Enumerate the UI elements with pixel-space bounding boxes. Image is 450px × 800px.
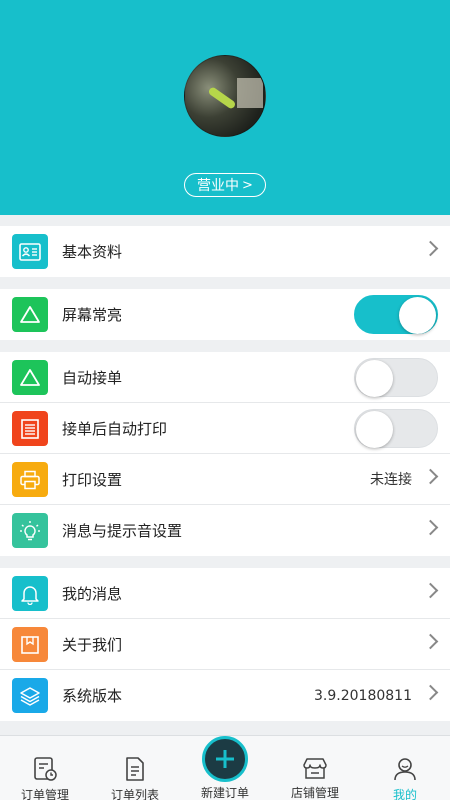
printer-icon xyxy=(12,462,48,497)
info-book-icon xyxy=(12,627,48,662)
print-settings-label: 打印设置 xyxy=(62,470,123,489)
tab-store-manage[interactable]: 店铺管理 xyxy=(270,736,360,800)
tab-order-list[interactable]: 订单列表 xyxy=(90,736,180,800)
auto-accept-toggle[interactable] xyxy=(354,358,438,397)
lightbulb-icon xyxy=(12,513,48,548)
id-card-icon xyxy=(12,234,48,269)
notify-settings-row[interactable]: 消息与提示音设置 xyxy=(0,505,450,556)
screen-on-label: 屏幕常亮 xyxy=(62,306,123,324)
bell-icon xyxy=(12,576,48,611)
auto-accept-icon xyxy=(12,360,48,395)
auto-accept-row: 自动接单 xyxy=(0,352,450,403)
notify-settings-label: 消息与提示音设置 xyxy=(62,522,183,540)
add-icon xyxy=(216,750,234,768)
version-label: 系统版本 xyxy=(62,687,123,705)
settings-group-info: 我的消息 关于我们 系统版本 3.9.20180811 xyxy=(0,568,450,721)
toggle-knob xyxy=(356,411,393,448)
profile-header: 营业中 > xyxy=(0,0,450,215)
printer-status: 未连接 xyxy=(370,472,412,488)
tab-label: 新建订单 xyxy=(200,786,249,800)
auto-print-label: 接单后自动打印 xyxy=(62,419,168,438)
my-messages-row[interactable]: 我的消息 xyxy=(0,568,450,619)
avatar-photo-detail-2 xyxy=(207,86,237,110)
order-manage-icon xyxy=(31,756,59,782)
store-icon xyxy=(301,756,329,780)
chevron-right-icon xyxy=(422,684,439,701)
auto-accept-label: 自动接单 xyxy=(62,368,123,387)
about-us-row[interactable]: 关于我们 xyxy=(0,619,450,670)
toggle-knob xyxy=(399,297,436,334)
chevron-right-icon xyxy=(422,468,439,485)
new-order-button[interactable] xyxy=(202,736,248,782)
tab-label: 店铺管理 xyxy=(290,786,339,800)
toggle-knob xyxy=(356,360,393,397)
tab-order-manage[interactable]: 订单管理 xyxy=(0,736,90,800)
my-messages-label: 我的消息 xyxy=(62,584,123,603)
chevron-right-icon: > xyxy=(242,177,253,193)
about-us-label: 关于我们 xyxy=(62,635,123,654)
layers-icon xyxy=(12,678,48,713)
settings-group-screen: 屏幕常亮 xyxy=(0,289,450,340)
profile-label: 基本资料 xyxy=(62,243,123,261)
store-avatar[interactable] xyxy=(184,55,266,137)
tab-label: 我的 xyxy=(392,788,417,800)
business-status-label: 营业中 xyxy=(197,178,240,194)
version-number: 3.9.20180811 xyxy=(314,687,412,704)
screen-on-row: 屏幕常亮 xyxy=(0,289,450,340)
profile-row[interactable]: 基本资料 xyxy=(0,226,450,277)
settings-group-profile: 基本资料 xyxy=(0,226,450,277)
auto-print-row: 接单后自动打印 xyxy=(0,403,450,454)
receipt-icon xyxy=(12,411,48,446)
chevron-right-icon xyxy=(422,240,439,257)
avatar-photo-detail xyxy=(237,78,263,108)
screen-icon xyxy=(12,297,48,332)
profile-icon xyxy=(391,756,419,782)
version-row[interactable]: 系统版本 3.9.20180811 xyxy=(0,670,450,721)
order-list-icon xyxy=(121,756,149,782)
settings-group-orders: 自动接单 接单后自动打印 打印设置 未连接 消息与提示音设置 xyxy=(0,352,450,556)
print-settings-row[interactable]: 打印设置 未连接 xyxy=(0,454,450,505)
chevron-right-icon xyxy=(422,582,439,599)
tab-label: 订单列表 xyxy=(110,788,159,800)
screen-on-toggle[interactable] xyxy=(354,295,438,334)
tab-label: 订单管理 xyxy=(20,788,69,800)
chevron-right-icon xyxy=(422,519,439,536)
tab-profile[interactable]: 我的 xyxy=(360,736,450,800)
business-status-button[interactable]: 营业中 > xyxy=(184,173,266,197)
chevron-right-icon xyxy=(422,633,439,650)
auto-print-toggle[interactable] xyxy=(354,409,438,448)
